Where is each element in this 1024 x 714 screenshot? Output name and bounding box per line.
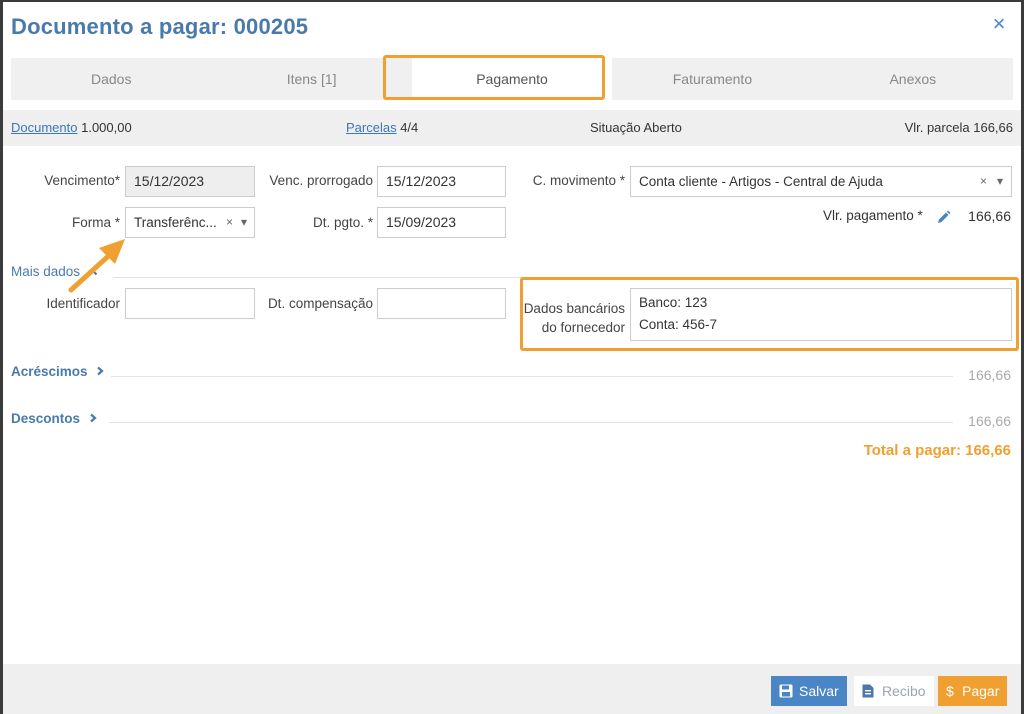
dados-bancarios-label: Dados bancários do fornecedor <box>518 299 625 337</box>
identificador-field[interactable] <box>125 288 255 319</box>
summary-situacao: Situação Aberto <box>590 120 682 135</box>
vlr-parcela-value: 166,66 <box>973 120 1013 135</box>
recibo-label: Recibo <box>882 683 926 699</box>
identificador-label: Identificador <box>46 296 120 311</box>
dados-bancarios-label-line: Dados bancários <box>523 301 625 316</box>
forma-select[interactable]: Transferênc... × ▾ <box>125 207 255 238</box>
acrescimos-toggle[interactable]: Acréscimos <box>11 364 105 379</box>
acrescimos-value: 166,66 <box>968 367 1011 383</box>
dt-compensacao-field[interactable] <box>377 288 506 319</box>
dados-bancarios-label-line: do fornecedor <box>541 320 625 335</box>
recibo-button[interactable]: Recibo <box>854 676 934 706</box>
payment-dialog: Documento a pagar: 000205 × Dados Itens … <box>3 2 1021 714</box>
descontos-label: Descontos <box>11 411 81 426</box>
chevron-down-icon[interactable]: ▾ <box>997 167 1003 196</box>
clear-icon[interactable]: × <box>980 167 987 196</box>
annotation-arrow-icon <box>68 239 125 293</box>
situacao-label: Situação <box>590 120 641 135</box>
dollar-icon: $ <box>946 683 954 699</box>
dialog-footer: Salvar Recibo $ Pagar <box>3 664 1021 714</box>
parcelas-link[interactable]: Parcelas <box>346 120 397 135</box>
tab-pagamento[interactable]: Pagamento <box>411 58 613 100</box>
summary-vlr-parcela: Vlr. parcela 166,66 <box>905 120 1013 135</box>
pagar-label: Pagar <box>962 683 1000 699</box>
floppy-icon <box>779 684 793 698</box>
close-icon[interactable]: × <box>989 13 1009 35</box>
tab-anexos[interactable]: Anexos <box>813 58 1013 100</box>
dt-compensacao-label: Dt. compensação <box>267 296 373 311</box>
pagar-button[interactable]: $ Pagar <box>938 676 1008 706</box>
dialog-title: Documento a pagar: 000205 <box>11 14 309 39</box>
salvar-button[interactable]: Salvar <box>771 676 847 706</box>
forma-value: Transferênc... <box>134 215 217 230</box>
total-a-pagar: Total a pagar: 166,66 <box>863 442 1011 459</box>
divider <box>111 376 953 377</box>
divider <box>109 422 953 423</box>
tab-bar: Dados Itens [1] Pagamento Faturamento An… <box>11 58 1013 100</box>
clear-icon[interactable]: × <box>226 208 233 237</box>
dados-bancarios-line: Banco: 123 <box>639 295 708 310</box>
vencimento-label: Vencimento* <box>44 173 120 188</box>
venc-prorrogado-label: Venc. prorrogado <box>269 173 373 188</box>
documento-value: 1.000,00 <box>81 120 132 135</box>
acrescimos-label: Acréscimos <box>11 364 88 379</box>
tab-dados[interactable]: Dados <box>11 58 211 100</box>
chevron-right-icon <box>97 366 104 376</box>
vlr-parcela-label: Vlr. parcela <box>904 120 970 135</box>
summary-documento: Documento 1.000,00 <box>11 120 132 135</box>
divider <box>113 277 1013 278</box>
dados-bancarios-line: Conta: 456-7 <box>639 317 718 332</box>
chevron-right-icon <box>90 413 97 423</box>
tab-itens[interactable]: Itens [1] <box>211 58 411 100</box>
descontos-value: 166,66 <box>968 413 1011 429</box>
summary-parcelas: Parcelas 4/4 <box>346 120 418 135</box>
chevron-down-icon[interactable]: ▾ <box>241 208 247 237</box>
vlr-pagamento-value: 166,66 <box>968 208 1011 224</box>
venc-prorrogado-field[interactable]: 15/12/2023 <box>377 166 506 197</box>
document-icon <box>862 684 874 698</box>
c-movimento-value: Conta cliente - Artigos - Central de Aju… <box>639 174 883 189</box>
forma-label: Forma * <box>71 215 120 230</box>
dt-pgto-field[interactable]: 15/09/2023 <box>377 207 506 238</box>
pencil-icon[interactable] <box>936 210 951 225</box>
situacao-value: Aberto <box>643 120 682 135</box>
parcelas-value: 4/4 <box>400 120 419 135</box>
c-movimento-label: C. movimento * <box>532 173 625 188</box>
vencimento-field: 15/12/2023 <box>125 166 255 197</box>
vlr-pagamento-label-text: Vlr. pagamento * <box>823 208 923 223</box>
documento-link[interactable]: Documento <box>11 120 77 135</box>
tab-faturamento[interactable]: Faturamento <box>612 58 812 100</box>
vlr-pagamento-label: Vlr. pagamento * <box>823 208 923 223</box>
summary-bar: Documento 1.000,00 Parcelas 4/4 Situação… <box>3 110 1021 146</box>
salvar-label: Salvar <box>799 683 839 699</box>
descontos-toggle[interactable]: Descontos <box>11 411 98 426</box>
dt-pgto-label: Dt. pgto. * <box>312 215 373 230</box>
dados-bancarios-textarea[interactable]: Banco: 123 Conta: 456-7 <box>630 288 1012 341</box>
c-movimento-select[interactable]: Conta cliente - Artigos - Central de Aju… <box>630 166 1012 197</box>
